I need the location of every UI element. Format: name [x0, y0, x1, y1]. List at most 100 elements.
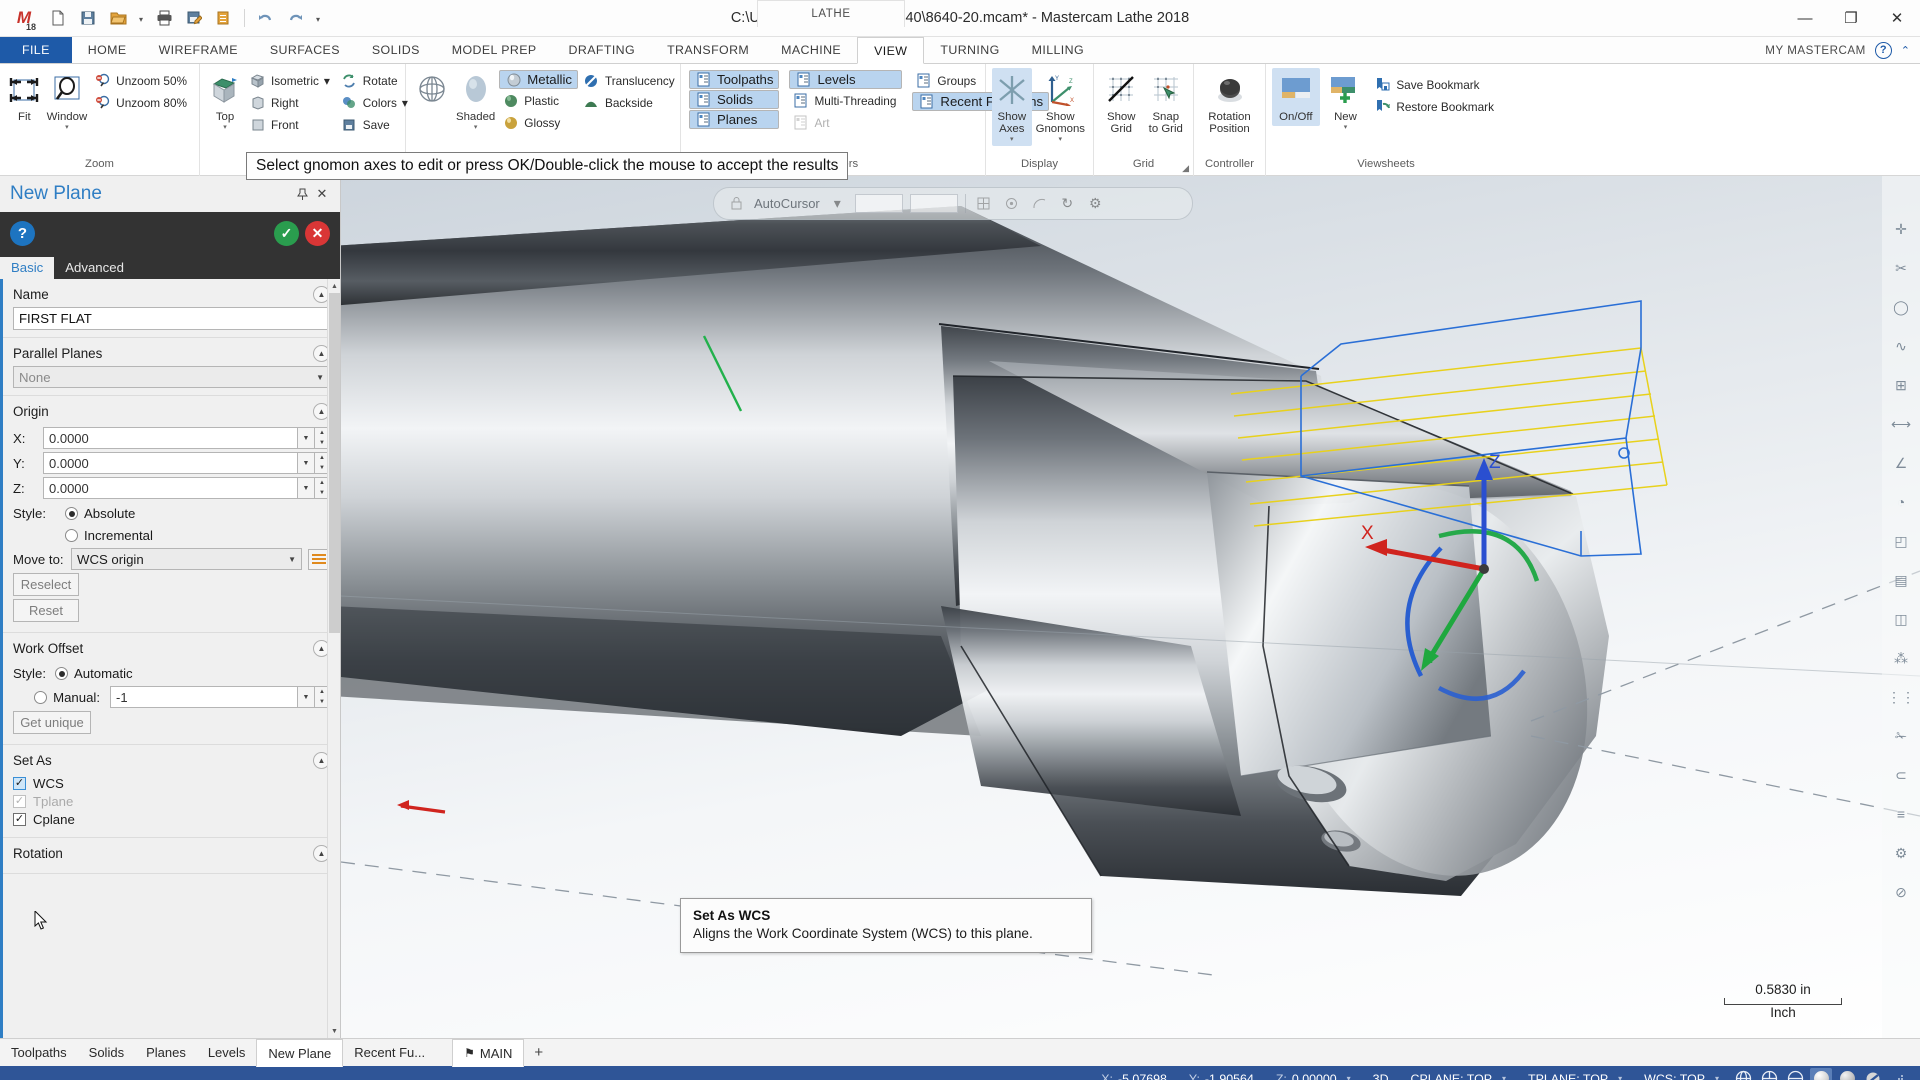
plastic-button[interactable]: Plastic — [499, 90, 578, 111]
grid-select-icon[interactable]: ⊞ — [1888, 372, 1914, 398]
grid-dialog-launcher[interactable]: ◢ — [1182, 163, 1189, 174]
close-icon[interactable]: ✕ — [312, 184, 332, 204]
offset-icon[interactable]: ⊂ — [1888, 762, 1914, 788]
tab-milling[interactable]: MILLING — [1016, 37, 1100, 63]
origin-y-stepper[interactable]: ▼ ▲▼ — [43, 452, 330, 474]
bottom-tab-levels[interactable]: Levels — [197, 1039, 257, 1066]
autocursor-toolbar[interactable]: AutoCursor ▾ ↻ ⚙ — [713, 187, 1193, 220]
autocursor-settings-icon[interactable]: ⚙ — [1085, 193, 1106, 214]
tab-wireframe[interactable]: WIREFRAME — [143, 37, 254, 63]
bottom-tab-planes[interactable]: Planes — [135, 1039, 197, 1066]
rotate-button[interactable]: Rotate — [338, 70, 414, 91]
tab-surfaces[interactable]: SURFACES — [254, 37, 356, 63]
origin-z-dropdown-icon[interactable]: ▼ — [297, 477, 315, 499]
tab-advanced[interactable]: Advanced — [54, 257, 135, 279]
scrollbar-thumb[interactable] — [329, 293, 340, 633]
save-view-button[interactable]: Save — [338, 114, 414, 135]
chevron-down-icon[interactable]: ▾ — [1618, 1074, 1622, 1080]
autocursor-lock-icon[interactable] — [726, 193, 747, 214]
right-view-button[interactable]: Right — [246, 92, 336, 113]
art-button[interactable]: Art — [789, 112, 902, 133]
minimize-button[interactable]: — — [1782, 0, 1828, 37]
move-to-select[interactable]: WCS origin ▼ — [71, 548, 302, 570]
autocursor-arc-icon[interactable] — [1029, 193, 1050, 214]
grip-icon[interactable] — [1888, 1068, 1910, 1080]
undo-icon[interactable] — [251, 4, 279, 32]
qat-more-caret[interactable]: ▾ — [311, 4, 325, 32]
origin-z-stepper[interactable]: ▼ ▲▼ — [43, 477, 330, 499]
mirror-icon[interactable]: ◫ — [1888, 606, 1914, 632]
rotation-position-button[interactable]: Rotation Position — [1200, 68, 1259, 138]
my-mastercam-label[interactable]: MY MASTERCAM — [1765, 44, 1865, 57]
chevron-down-icon[interactable]: ▾ — [1059, 136, 1063, 143]
add-sheet-button[interactable]: + — [524, 1039, 553, 1066]
bottom-tab-recent-functions[interactable]: Recent Fu... — [343, 1039, 436, 1066]
autocursor-x-field[interactable] — [854, 194, 903, 213]
tab-view[interactable]: VIEW — [857, 37, 925, 64]
extrude-icon[interactable]: ▤ — [1888, 567, 1914, 593]
globe-quarter-icon[interactable] — [1784, 1068, 1806, 1080]
angle-icon[interactable]: ∠ — [1888, 450, 1914, 476]
layers-icon[interactable]: ≡ — [1888, 801, 1914, 827]
work-offset-manual-radio[interactable]: Manual: — [34, 690, 100, 705]
chevron-down-icon[interactable]: ▾ — [1347, 1074, 1351, 1080]
chevron-down-icon[interactable]: ▾ — [223, 124, 227, 131]
origin-x-input[interactable] — [43, 427, 297, 449]
window-zoom-button[interactable]: Window ▾ — [45, 68, 90, 134]
work-offset-dropdown-icon[interactable]: ▼ — [297, 686, 315, 708]
fit-button[interactable]: Fit — [6, 68, 43, 126]
status-mode[interactable]: 3D — [1362, 1072, 1400, 1080]
chevron-down-icon[interactable]: ▾ — [1715, 1074, 1719, 1080]
origin-style-incremental-radio[interactable]: Incremental — [65, 528, 153, 543]
add-icon[interactable]: ✛ — [1888, 216, 1914, 242]
tab-machine[interactable]: MACHINE — [765, 37, 857, 63]
chevron-down-icon[interactable]: ▾ — [1344, 124, 1348, 131]
colors-button[interactable]: Colors ▾ — [338, 92, 414, 113]
sphere-solid-icon[interactable] — [1836, 1068, 1858, 1080]
pattern-icon[interactable]: ⁂ — [1888, 645, 1914, 671]
status-wcs[interactable]: WCS: TOP ▾ — [1633, 1072, 1730, 1080]
graphics-viewport[interactable]: Z X Y AutoCursor ▾ ↻ ⚙ ✛ ✂ ◯ ∿ ⊞ ⟷ ∠ ◔ ◰… — [341, 176, 1920, 1038]
circle-icon[interactable]: ◯ — [1888, 294, 1914, 320]
settings-icon[interactable]: ⚙ — [1888, 840, 1914, 866]
chevron-down-icon[interactable]: ▾ — [474, 124, 478, 131]
ok-check-icon[interactable]: ✓ — [274, 221, 299, 246]
chevron-down-icon[interactable]: ▾ — [324, 74, 330, 88]
shaded-button[interactable]: Shaded ▾ — [454, 68, 497, 134]
tab-drafting[interactable]: DRAFTING — [553, 37, 652, 63]
save-icon[interactable] — [74, 4, 102, 32]
cancel-x-icon[interactable]: ✕ — [305, 221, 330, 246]
help-icon[interactable]: ? — [10, 221, 35, 246]
chevron-down-icon[interactable]: ▾ — [65, 124, 69, 131]
tab-solids[interactable]: SOLIDS — [356, 37, 436, 63]
tab-file[interactable]: FILE — [0, 37, 72, 63]
glossy-button[interactable]: Glossy — [499, 112, 578, 133]
scroll-down-icon[interactable]: ▼ — [328, 1024, 340, 1038]
unzoom-50-button[interactable]: Unzoom 50% — [91, 70, 193, 91]
origin-z-input[interactable] — [43, 477, 297, 499]
autocursor-point-icon[interactable] — [1001, 193, 1022, 214]
chamfer-icon[interactable]: ◰ — [1888, 528, 1914, 554]
bottom-tab-new-plane[interactable]: New Plane — [256, 1039, 344, 1067]
viewsheet-onoff-button[interactable]: On/Off — [1272, 68, 1320, 126]
set-as-cplane-checkbox[interactable]: ✓ Cplane — [13, 812, 330, 827]
cut-icon[interactable]: ✂ — [1888, 255, 1914, 281]
help-icon[interactable]: ? — [1874, 41, 1892, 59]
panel-scrollbar[interactable]: ▲ ▼ — [327, 279, 340, 1038]
globe-wire-icon[interactable] — [1732, 1068, 1754, 1080]
front-view-button[interactable]: Front — [246, 114, 336, 135]
fillet-icon[interactable]: ◔ — [1888, 489, 1914, 515]
multi-threading-button[interactable]: Multi-Threading — [789, 90, 902, 111]
unzoom-80-button[interactable]: Unzoom 80% — [91, 92, 193, 113]
origin-y-input[interactable] — [43, 452, 297, 474]
solids-button[interactable]: Solids — [689, 90, 780, 109]
new-file-icon[interactable] — [44, 4, 72, 32]
parallel-planes-select[interactable]: None ▼ — [13, 366, 330, 388]
sphere-split-icon[interactable] — [1862, 1068, 1884, 1080]
wireframe-button[interactable] — [412, 68, 452, 112]
work-offset-manual-stepper[interactable]: ▼ ▲▼ — [110, 686, 330, 708]
tab-home[interactable]: HOME — [72, 37, 143, 63]
show-axes-button[interactable]: Show Axes ▾ — [992, 68, 1032, 146]
plane-name-input[interactable] — [13, 307, 330, 330]
status-cplane[interactable]: CPLANE: TOP ▾ — [1400, 1072, 1518, 1080]
